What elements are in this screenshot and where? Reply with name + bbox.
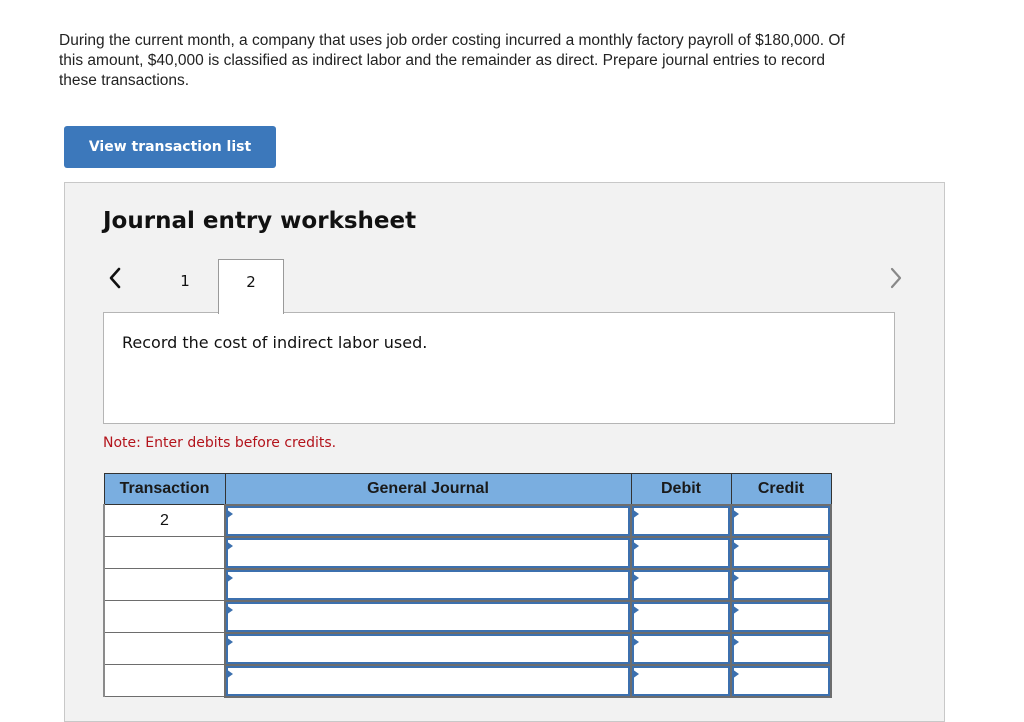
- header-general-journal: General Journal: [224, 473, 632, 505]
- table-row: [103, 567, 832, 602]
- credit-cell: [730, 535, 832, 570]
- account-cell: [224, 535, 632, 570]
- debit-input[interactable]: [632, 537, 730, 568]
- entry-description: Record the cost of indirect labor used.: [122, 333, 428, 352]
- tab-entry-2[interactable]: 2: [218, 259, 284, 314]
- account-input[interactable]: [226, 665, 630, 696]
- table-header-row: Transaction General Journal Debit Credit: [103, 473, 832, 505]
- problem-statement: During the current month, a company that…: [59, 32, 845, 89]
- debit-input[interactable]: [632, 633, 730, 664]
- credit-cell: [730, 567, 832, 602]
- credit-cell: [730, 663, 832, 698]
- chevron-left-icon[interactable]: [106, 265, 124, 291]
- debit-cell: [630, 503, 732, 538]
- debit-input[interactable]: [632, 601, 730, 632]
- transaction-cell: [103, 600, 226, 633]
- account-input[interactable]: [226, 569, 630, 600]
- transaction-cell: [103, 632, 226, 665]
- table-row: [103, 599, 832, 634]
- transaction-cell: [103, 664, 226, 697]
- credit-input[interactable]: [732, 537, 830, 568]
- debit-cell: [630, 567, 732, 602]
- view-transaction-list-button[interactable]: View transaction list: [64, 126, 276, 168]
- account-cell: [224, 631, 632, 666]
- table-row: [103, 631, 832, 666]
- account-cell: [224, 663, 632, 698]
- account-cell: [224, 567, 632, 602]
- credit-input[interactable]: [732, 569, 830, 600]
- entry-description-box: Record the cost of indirect labor used.: [103, 312, 895, 424]
- account-input[interactable]: [226, 633, 630, 664]
- credit-input[interactable]: [732, 505, 830, 536]
- general-journal-table: Transaction General Journal Debit Credit…: [103, 473, 832, 698]
- transaction-cell: [103, 568, 226, 601]
- account-input[interactable]: [226, 505, 630, 536]
- debit-cell: [630, 631, 732, 666]
- account-input[interactable]: [226, 601, 630, 632]
- transaction-cell: 2: [103, 504, 226, 537]
- tab-entry-1[interactable]: 1: [152, 259, 218, 313]
- transaction-cell: [103, 536, 226, 569]
- credit-input[interactable]: [732, 665, 830, 696]
- table-row: [103, 535, 832, 570]
- debit-input[interactable]: [632, 569, 730, 600]
- header-debit: Debit: [630, 473, 732, 505]
- credit-input[interactable]: [732, 633, 830, 664]
- table-row: 2: [103, 503, 832, 538]
- header-transaction: Transaction: [103, 473, 226, 505]
- account-cell: [224, 599, 632, 634]
- journal-entry-worksheet-panel: Journal entry worksheet 1 2 Record the c…: [64, 182, 945, 722]
- debit-cell: [630, 599, 732, 634]
- worksheet-title: Journal entry worksheet: [103, 208, 417, 234]
- credit-cell: [730, 503, 832, 538]
- credit-cell: [730, 631, 832, 666]
- debit-input[interactable]: [632, 505, 730, 536]
- credit-input[interactable]: [732, 601, 830, 632]
- chevron-right-icon[interactable]: [887, 265, 905, 291]
- credit-cell: [730, 599, 832, 634]
- debit-input[interactable]: [632, 665, 730, 696]
- account-input[interactable]: [226, 537, 630, 568]
- debit-cell: [630, 535, 732, 570]
- header-credit: Credit: [730, 473, 832, 505]
- entry-note: Note: Enter debits before credits.: [103, 435, 337, 451]
- debit-cell: [630, 663, 732, 698]
- account-cell: [224, 503, 632, 538]
- table-row: [103, 663, 832, 698]
